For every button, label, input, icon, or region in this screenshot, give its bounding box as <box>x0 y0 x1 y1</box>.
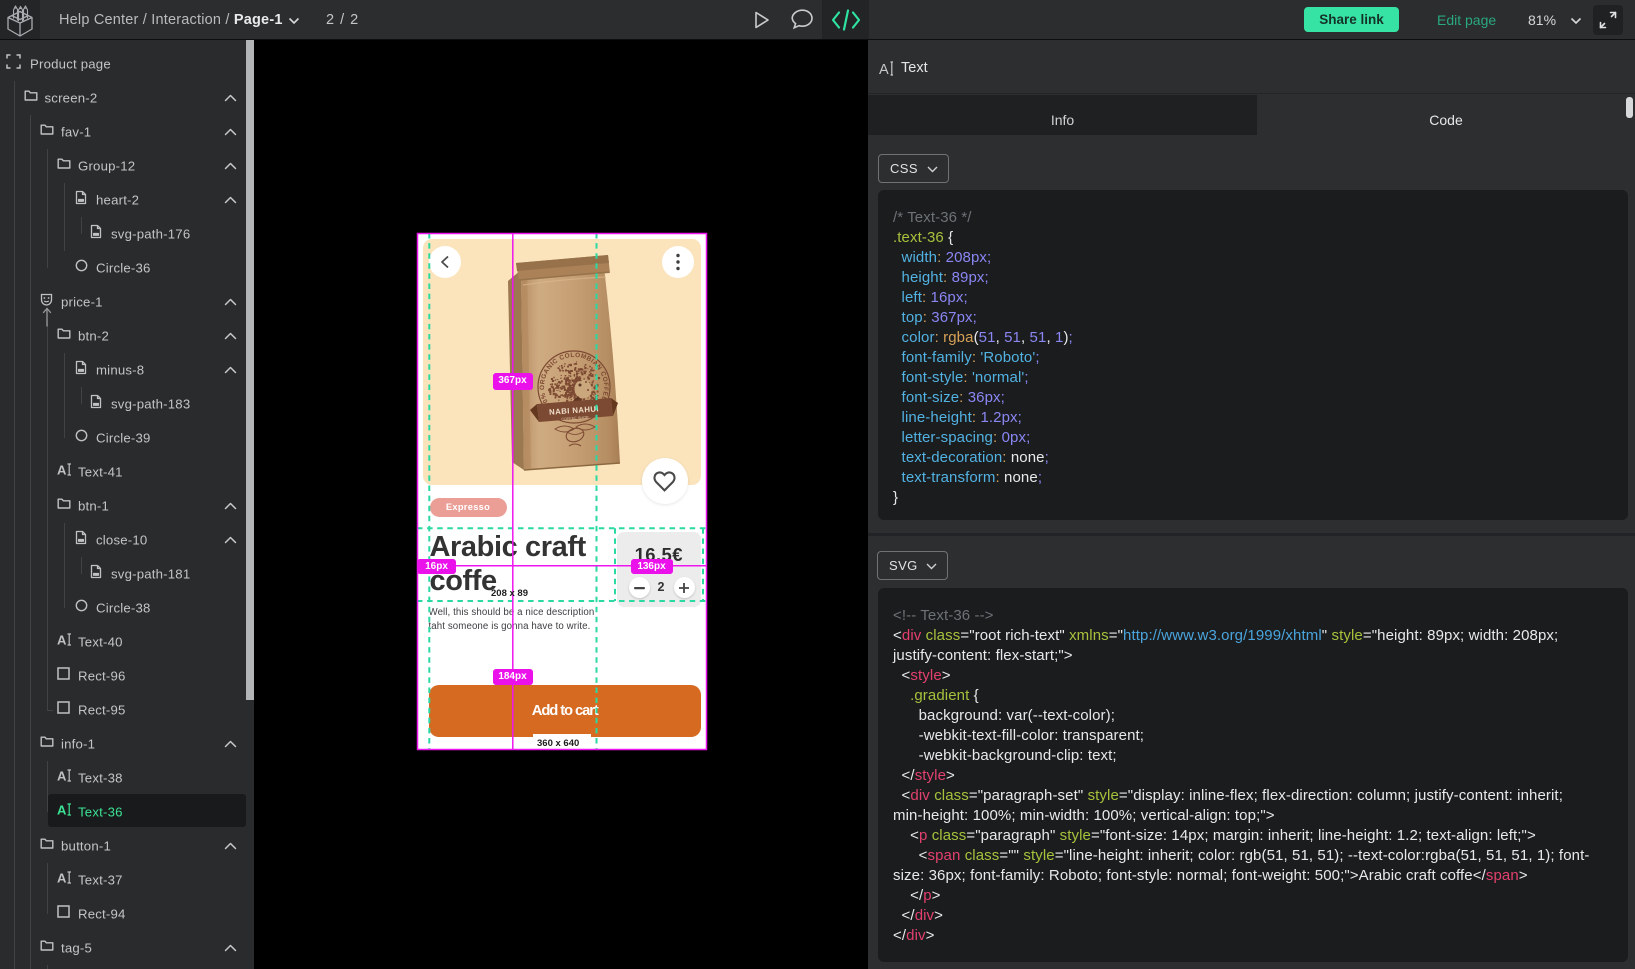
svg-text:A: A <box>879 62 889 76</box>
svg-text:A: A <box>57 871 67 885</box>
svg-text:A: A <box>57 633 67 647</box>
svg-text:A: A <box>57 769 67 783</box>
svg-text:A: A <box>57 803 67 817</box>
svg-text:A: A <box>57 463 67 477</box>
